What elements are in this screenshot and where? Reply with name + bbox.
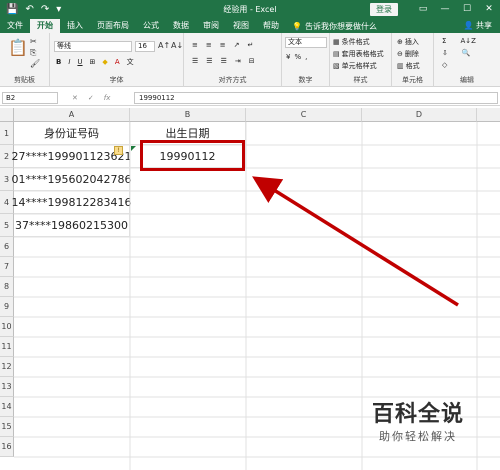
watermark-title: 百科全说 [371, 402, 464, 427]
arrow-line [252, 176, 459, 307]
watermark: 百科全说 助你轻松解决 [372, 396, 464, 444]
watermark-subtitle: 助你轻松解决 [378, 430, 457, 443]
